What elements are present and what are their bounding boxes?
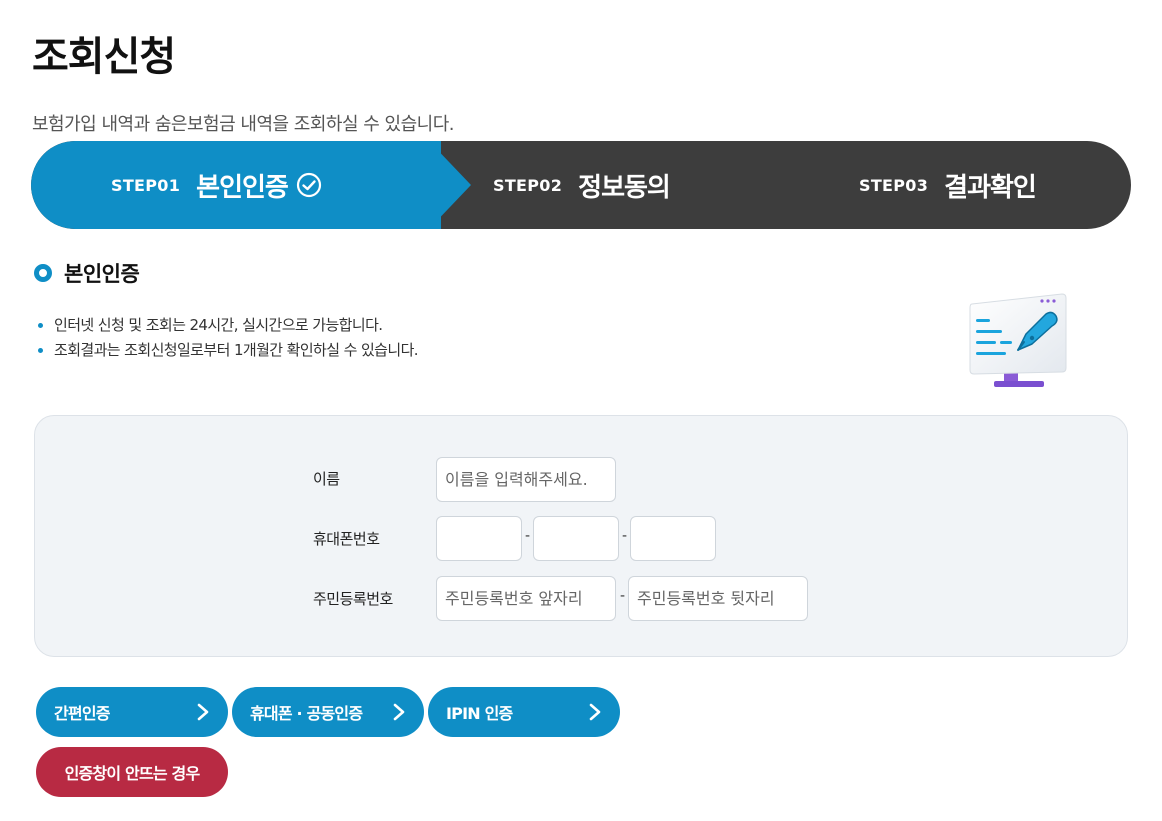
name-input[interactable] (436, 457, 616, 502)
ipin-auth-label: IPIN 인증 (446, 704, 513, 723)
phone-input-2[interactable] (533, 516, 619, 561)
step-progress-bar: STEP01 본인인증 STEP02 정보동의 STEP03 결과확인 (31, 141, 1131, 229)
rrn-separator: - (620, 588, 626, 604)
page-description: 보험가입 내역과 숨은보험금 내역을 조회하실 수 있습니다. (32, 114, 455, 135)
popup-help-button[interactable]: 인증창이 안뜨는 경우 (36, 747, 228, 797)
phone-label: 휴대폰번호 (313, 530, 380, 548)
step-2-number: STEP02 (493, 175, 563, 195)
monitor-pen-illustration-icon (969, 293, 1067, 387)
identity-form: 이름 휴대폰번호 - - 주민등록번호 - (34, 415, 1128, 657)
step-2-label: 정보동의 (578, 172, 671, 203)
chevron-right-icon (393, 703, 405, 721)
phone-input-1[interactable] (436, 516, 522, 561)
section-title-text: 본인인증 (64, 262, 140, 286)
step-3: STEP03 결과확인 (859, 141, 1037, 229)
phone-cert-auth-button[interactable]: 휴대폰 · 공동인증 (232, 687, 424, 737)
chevron-right-icon (197, 703, 209, 721)
phone-separator: - (622, 528, 628, 544)
rrn-front-input[interactable] (436, 576, 616, 621)
step-1-label: 본인인증 (196, 172, 289, 203)
phone-cert-auth-label: 휴대폰 · 공동인증 (250, 704, 363, 723)
step-arrow (429, 141, 471, 229)
step-1-number: STEP01 (111, 175, 181, 195)
step-3-label: 결과확인 (944, 172, 1037, 203)
chevron-right-icon (589, 703, 601, 721)
notice-item: 조회결과는 조회신청일로부터 1개월간 확인하실 수 있습니다. (38, 338, 419, 363)
notice-item: 인터넷 신청 및 조회는 24시간, 실시간으로 가능합니다. (38, 313, 418, 338)
phone-input-3[interactable] (630, 516, 716, 561)
notice-list: 인터넷 신청 및 조회는 24시간, 실시간으로 가능합니다. 조회결과는 조회… (38, 313, 419, 363)
phone-separator: - (525, 528, 531, 544)
name-label: 이름 (313, 470, 340, 488)
bullet-ring-icon (34, 264, 52, 282)
step-1: STEP01 본인인증 (111, 141, 322, 229)
step-2: STEP02 정보동의 (493, 141, 671, 229)
simple-auth-button[interactable]: 간편인증 (36, 687, 228, 737)
check-circle-icon (296, 172, 321, 198)
simple-auth-label: 간편인증 (54, 704, 110, 723)
page-title: 조회신청 (32, 34, 176, 80)
step-3-number: STEP03 (859, 175, 929, 195)
ipin-auth-button[interactable]: IPIN 인증 (428, 687, 620, 737)
section-title: 본인인증 (34, 258, 140, 288)
rrn-back-input[interactable] (628, 576, 808, 621)
rrn-label: 주민등록번호 (313, 590, 393, 608)
